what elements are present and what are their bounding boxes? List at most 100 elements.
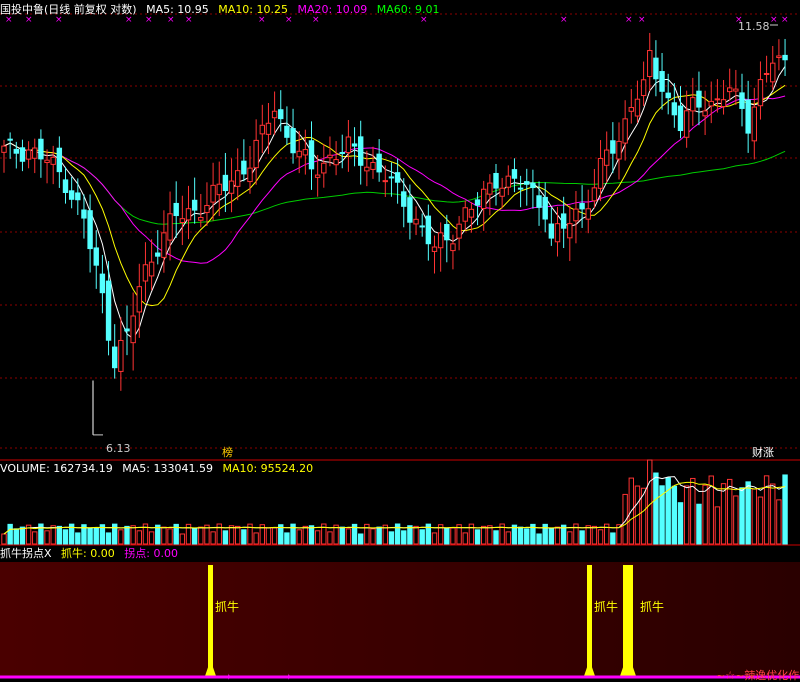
candle bbox=[597, 157, 604, 189]
candle bbox=[241, 160, 247, 175]
candle bbox=[628, 107, 634, 112]
volume-bar bbox=[776, 499, 782, 545]
candle bbox=[437, 232, 444, 249]
volume-bar bbox=[253, 532, 259, 545]
cross-mark: × bbox=[55, 15, 63, 25]
volume-bar bbox=[401, 530, 407, 545]
volume-bar bbox=[370, 528, 376, 545]
candle bbox=[647, 50, 653, 78]
cross-mark: × bbox=[167, 15, 175, 25]
volume-bar bbox=[610, 532, 616, 545]
volume-bar bbox=[327, 531, 333, 545]
volume-bar bbox=[751, 488, 757, 545]
volume-bar bbox=[296, 529, 302, 545]
candle bbox=[401, 191, 407, 207]
volume-bar bbox=[683, 485, 690, 545]
volume-bar bbox=[210, 531, 216, 545]
volume-bar bbox=[376, 526, 382, 545]
candle bbox=[93, 247, 99, 266]
volume-bar bbox=[481, 525, 487, 545]
candle bbox=[634, 98, 641, 117]
volume-bar bbox=[653, 472, 659, 545]
guaidian-mark: ✦ bbox=[285, 673, 293, 682]
volume-bar bbox=[524, 528, 530, 545]
volume-bar bbox=[548, 528, 555, 545]
candle bbox=[247, 167, 253, 183]
candle bbox=[474, 199, 481, 206]
candle bbox=[493, 172, 499, 189]
signal-label-2: 抓牛 bbox=[594, 599, 618, 614]
candle bbox=[560, 213, 567, 229]
candle bbox=[413, 218, 419, 225]
volume-bar bbox=[136, 530, 143, 545]
candle bbox=[690, 97, 696, 112]
candle bbox=[450, 243, 456, 252]
candle bbox=[308, 140, 315, 170]
volume-bar bbox=[228, 525, 235, 545]
volume-bar bbox=[450, 527, 456, 545]
volume-bar bbox=[339, 526, 345, 545]
volume-bar bbox=[358, 533, 364, 545]
candle bbox=[130, 315, 136, 344]
candle bbox=[210, 184, 216, 203]
candle bbox=[75, 192, 81, 201]
candle bbox=[321, 162, 327, 174]
indicator-name[interactable]: 抓牛拐点X bbox=[0, 547, 52, 560]
candle bbox=[345, 136, 352, 154]
signal-label-1: 抓牛 bbox=[215, 599, 239, 614]
cross-mark: × bbox=[560, 15, 568, 25]
candle bbox=[554, 223, 561, 243]
candle bbox=[364, 166, 370, 172]
candle bbox=[683, 110, 690, 138]
candle bbox=[727, 87, 733, 93]
candle bbox=[38, 138, 44, 160]
candle bbox=[714, 98, 721, 101]
volume-bar bbox=[757, 496, 764, 545]
volume-bar bbox=[536, 533, 542, 545]
candle bbox=[604, 149, 610, 166]
candle bbox=[333, 159, 339, 166]
volume-bar bbox=[87, 527, 93, 545]
stock-title[interactable]: 国投中鲁(日线 前复权 对数) bbox=[0, 3, 137, 16]
volume-bar bbox=[32, 531, 38, 545]
candle bbox=[659, 71, 665, 92]
volume-bar bbox=[431, 532, 438, 545]
candle bbox=[68, 190, 75, 200]
volume-bar bbox=[7, 523, 13, 545]
cross-mark: × bbox=[770, 15, 778, 25]
candle bbox=[105, 280, 112, 341]
candle bbox=[142, 264, 149, 282]
volume-bar bbox=[308, 525, 315, 545]
stock-chart[interactable]: ✦ ✦ × × × × × × × × × × × × × × × × × 11.58 6.13 榜 财涨 抓牛 … bbox=[0, 0, 800, 682]
volume-bar bbox=[462, 532, 468, 545]
candle bbox=[25, 149, 32, 160]
candle bbox=[167, 213, 173, 241]
candle bbox=[216, 183, 222, 196]
candle bbox=[757, 79, 764, 107]
candle bbox=[228, 180, 235, 194]
candle bbox=[733, 88, 739, 92]
price-header: 国投中鲁(日线 前复权 对数) MA5: 10.95 MA10: 10.25 M… bbox=[0, 3, 445, 16]
candle bbox=[198, 216, 204, 221]
candle bbox=[296, 150, 302, 158]
candle bbox=[222, 174, 229, 192]
candle bbox=[179, 218, 186, 224]
candle bbox=[173, 202, 179, 217]
volume-bar bbox=[222, 530, 229, 545]
candle bbox=[314, 174, 321, 178]
volume-bar bbox=[702, 484, 708, 545]
volume-bar bbox=[714, 506, 721, 545]
candle bbox=[505, 175, 512, 188]
volume-bar bbox=[585, 525, 591, 545]
candle bbox=[339, 152, 345, 155]
candle bbox=[370, 162, 376, 170]
candle bbox=[782, 54, 788, 61]
candle bbox=[13, 148, 20, 154]
volume-bar bbox=[56, 525, 63, 545]
volume-bar bbox=[554, 526, 561, 545]
cross-mark: × bbox=[125, 15, 133, 25]
candle bbox=[708, 100, 714, 107]
candle bbox=[290, 128, 296, 154]
cross-mark: × bbox=[258, 15, 266, 25]
volume-bar bbox=[148, 531, 155, 545]
